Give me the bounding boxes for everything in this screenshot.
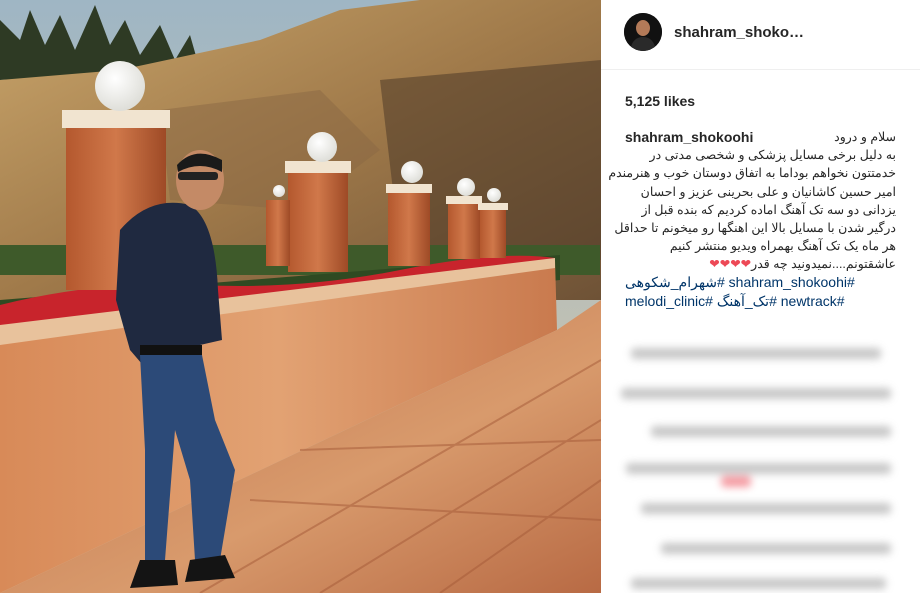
blurred-comment bbox=[661, 543, 891, 554]
photo-illustration bbox=[0, 0, 601, 593]
caption-line: به دلیل برخی مسایل پزشکی و شخصی مدتی در bbox=[649, 148, 896, 163]
caption-line: سلام و درود bbox=[834, 130, 896, 144]
caption-line-text: عاشقتونم....نمیدونید چه قدر bbox=[751, 257, 896, 272]
instagram-post: shahram_shoko… 5,125 likes shahram_shoko… bbox=[0, 0, 920, 593]
hashtag-line[interactable]: melodi_clinic# تک_آهنگ# newtrack# bbox=[625, 292, 900, 311]
hashtag-line[interactable]: شهرام_شکوهی# shahram_shokoohi# bbox=[625, 273, 900, 292]
hearts-emoji: ❤❤❤❤ bbox=[709, 257, 752, 272]
post-side-panel: shahram_shoko… 5,125 likes shahram_shoko… bbox=[601, 0, 920, 593]
likes-count[interactable]: 5,125 likes bbox=[625, 93, 695, 109]
avatar[interactable] bbox=[624, 13, 662, 51]
avatar-image bbox=[624, 13, 662, 51]
caption-line: امیر حسین کاشانیان و علی بحرینی عزیز و ا… bbox=[640, 184, 896, 199]
caption-line: درگیر شدن با مسایل بالا این اهنگها رو می… bbox=[614, 221, 896, 236]
hashtags: شهرام_شکوهی# shahram_shokoohi# melodi_cl… bbox=[625, 273, 900, 311]
caption-line: عاشقتونم....نمیدونید چه قدر❤❤❤❤ bbox=[621, 255, 896, 273]
blurred-comment bbox=[621, 388, 891, 399]
blurred-comment bbox=[721, 476, 751, 487]
blurred-comment bbox=[631, 348, 881, 359]
blurred-comments bbox=[621, 318, 901, 593]
post-photo[interactable] bbox=[0, 0, 601, 593]
caption-line: هر ماه یک تک آهنگ بهمراه ویدیو منتشر کنی… bbox=[669, 239, 896, 254]
blurred-comment bbox=[626, 463, 891, 474]
caption-line: یزدانی دو سه تک آهنگ اماده کردیم که بنده… bbox=[641, 202, 896, 217]
caption-line: خدمتتون نخواهم بوداما به اتفاق دوستان خو… bbox=[608, 166, 896, 181]
blurred-comment bbox=[631, 578, 886, 589]
blurred-comment bbox=[651, 426, 891, 437]
blurred-comment bbox=[641, 503, 891, 514]
post-header: shahram_shoko… bbox=[601, 0, 920, 70]
header-username[interactable]: shahram_shoko… bbox=[674, 24, 804, 41]
caption-text: سلام و درود به دلیل برخی مسایل پزشکی و ش… bbox=[608, 128, 896, 274]
